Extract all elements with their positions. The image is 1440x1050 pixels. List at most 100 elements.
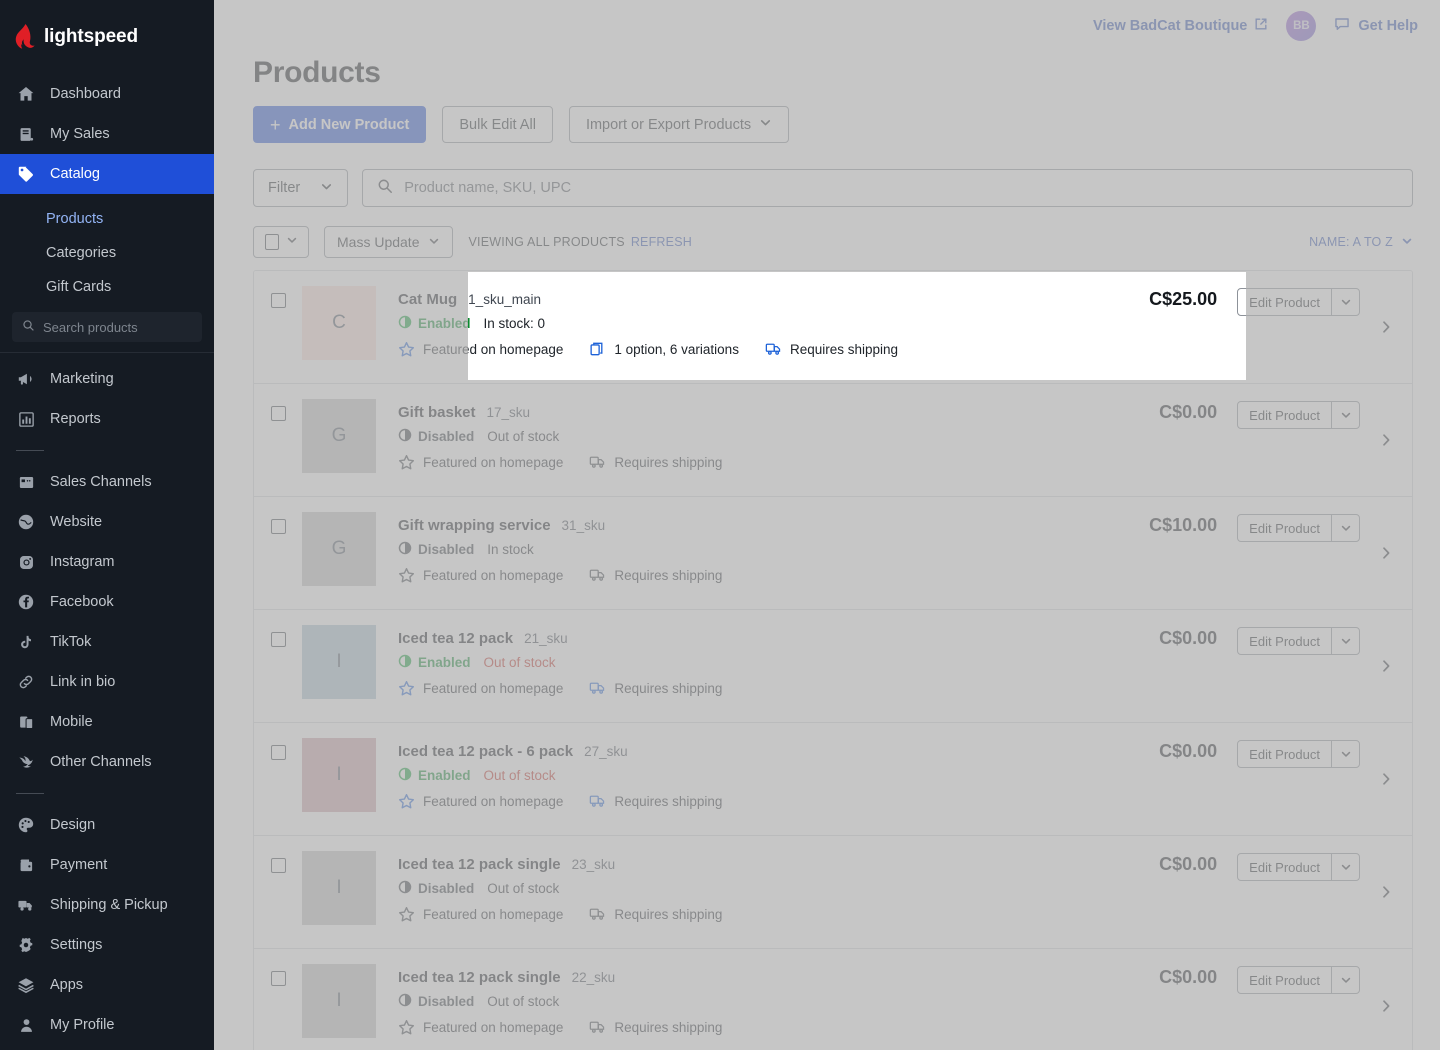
product-name[interactable]: Iced tea 12 pack - 6 pack bbox=[398, 743, 573, 760]
edit-product-button[interactable]: Edit Product bbox=[1238, 402, 1331, 428]
sidebar-search-products[interactable]: Search products bbox=[12, 312, 202, 342]
view-store-label: View BadCat Boutique bbox=[1092, 18, 1248, 34]
filter-dropdown[interactable]: Filter bbox=[253, 169, 349, 207]
sidebar-item-products[interactable]: Products bbox=[0, 202, 214, 236]
sidebar-item-payment[interactable]: Payment bbox=[0, 845, 214, 885]
sidebar-item-instagram[interactable]: Instagram bbox=[0, 542, 214, 582]
mass-update-dropdown[interactable]: Mass Update bbox=[324, 226, 454, 258]
edit-product-button[interactable]: Edit Product bbox=[1238, 628, 1331, 654]
page-title: Products bbox=[253, 56, 381, 89]
sidebar-item-design[interactable]: Design bbox=[0, 805, 214, 845]
row-expand-chevron[interactable] bbox=[1360, 836, 1412, 948]
sidebar-item-mobile[interactable]: Mobile bbox=[0, 702, 214, 742]
table-row[interactable]: I Iced tea 12 pack single 23_sku Disable… bbox=[254, 836, 1412, 949]
table-row[interactable]: C Cat Mug 1_sku_main Enabled In stock: 0… bbox=[254, 271, 1412, 384]
product-name[interactable]: Cat Mug bbox=[398, 291, 457, 308]
table-row[interactable]: I Iced tea 12 pack single 22_sku Disable… bbox=[254, 949, 1412, 1050]
select-all-dropdown[interactable] bbox=[253, 226, 309, 258]
sidebar-item-link-in-bio[interactable]: Link in bio bbox=[0, 662, 214, 702]
product-sku: 22_sku bbox=[571, 970, 616, 985]
table-row[interactable]: G Gift basket 17_sku Disabled Out of sto… bbox=[254, 384, 1412, 497]
import-export-products-button[interactable]: Import or Export Products bbox=[568, 106, 790, 143]
megaphone-icon bbox=[16, 369, 36, 389]
chat-bubble-icon bbox=[1334, 16, 1350, 36]
edit-product-dropdown-caret[interactable] bbox=[1331, 402, 1359, 428]
edit-product-dropdown-caret[interactable] bbox=[1331, 289, 1359, 315]
row-expand-chevron[interactable] bbox=[1360, 271, 1412, 383]
toggle-circle-icon bbox=[398, 315, 412, 332]
toggle-circle-icon bbox=[398, 993, 412, 1010]
edit-product-button[interactable]: Edit Product bbox=[1238, 854, 1331, 880]
row-expand-chevron[interactable] bbox=[1360, 949, 1412, 1050]
select-all-checkbox[interactable] bbox=[264, 234, 279, 250]
sidebar-item-facebook[interactable]: Facebook bbox=[0, 582, 214, 622]
viewing-status: VIEWING ALL PRODUCTS bbox=[468, 235, 625, 249]
sidebar-item-shipping-pickup[interactable]: Shipping & Pickup bbox=[0, 885, 214, 925]
sidebar-item-other-channels[interactable]: Other Channels bbox=[0, 742, 214, 782]
sidebar-item-categories[interactable]: Categories bbox=[0, 236, 214, 270]
edit-product-dropdown-caret[interactable] bbox=[1331, 628, 1359, 654]
table-row[interactable]: G Gift wrapping service 31_sku Disabled … bbox=[254, 497, 1412, 610]
sidebar-item-dashboard[interactable]: Dashboard bbox=[0, 74, 214, 114]
sidebar-item-marketing[interactable]: Marketing bbox=[0, 359, 214, 399]
edit-product-button[interactable]: Edit Product bbox=[1238, 515, 1331, 541]
row-expand-chevron[interactable] bbox=[1360, 610, 1412, 722]
row-checkbox[interactable] bbox=[270, 745, 286, 760]
get-help-button[interactable]: Get Help bbox=[1334, 16, 1418, 36]
view-store-link[interactable]: View BadCat Boutique bbox=[1093, 17, 1268, 35]
facebook-icon bbox=[16, 592, 36, 612]
add-new-product-button[interactable]: + Add New Product bbox=[253, 106, 427, 143]
product-status-line: Enabled Out of stock bbox=[398, 654, 1117, 671]
avatar[interactable]: BB bbox=[1286, 11, 1317, 41]
row-expand-chevron[interactable] bbox=[1360, 497, 1412, 609]
sidebar-item-apps[interactable]: Apps bbox=[0, 965, 214, 1005]
product-variations: 1 option, 6 variations bbox=[589, 341, 739, 358]
sidebar-item-gift-cards[interactable]: Gift Cards bbox=[0, 270, 214, 304]
product-name-line: Iced tea 12 pack 21_sku bbox=[398, 630, 1117, 647]
sidebar-item-my-profile[interactable]: My Profile bbox=[0, 1005, 214, 1045]
requires-shipping: Requires shipping bbox=[765, 341, 898, 358]
product-name[interactable]: Gift basket bbox=[398, 404, 476, 421]
sort-dropdown[interactable]: NAME: A TO Z bbox=[1309, 235, 1413, 250]
row-checkbox[interactable] bbox=[270, 406, 286, 421]
requires-shipping: Requires shipping bbox=[589, 793, 722, 810]
row-checkbox[interactable] bbox=[270, 519, 286, 534]
search-input[interactable]: Product name, SKU, UPC bbox=[362, 169, 1413, 207]
edit-product-dropdown-caret[interactable] bbox=[1331, 854, 1359, 880]
refresh-link[interactable]: REFRESH bbox=[631, 235, 692, 249]
edit-product-dropdown-caret[interactable] bbox=[1331, 741, 1359, 767]
row-expand-chevron[interactable] bbox=[1360, 384, 1412, 496]
sidebar-item-tiktok[interactable]: TikTok bbox=[0, 622, 214, 662]
edit-product-dropdown-caret[interactable] bbox=[1331, 967, 1359, 993]
row-expand-chevron[interactable] bbox=[1360, 723, 1412, 835]
product-name[interactable]: Gift wrapping service bbox=[398, 517, 551, 534]
brand-logo-area[interactable]: lightspeed bbox=[0, 0, 214, 74]
row-checkbox[interactable] bbox=[270, 293, 286, 308]
sidebar-item-sales-channels[interactable]: Sales Channels bbox=[0, 462, 214, 502]
table-row[interactable]: I Iced tea 12 pack 21_sku Enabled Out of… bbox=[254, 610, 1412, 723]
bulk-edit-all-label: Bulk Edit All bbox=[459, 116, 536, 133]
sidebar-item-label: My Profile bbox=[50, 1017, 115, 1033]
edit-product-dropdown-caret[interactable] bbox=[1331, 515, 1359, 541]
chevron-down-icon bbox=[1401, 235, 1413, 250]
bulk-edit-all-button[interactable]: Bulk Edit All bbox=[442, 106, 553, 143]
product-name[interactable]: Iced tea 12 pack single bbox=[398, 969, 561, 986]
edit-product-button[interactable]: Edit Product bbox=[1238, 289, 1331, 315]
sidebar-item-reports[interactable]: Reports bbox=[0, 399, 214, 439]
product-thumbnail-letter: C bbox=[332, 312, 346, 333]
table-row[interactable]: I Iced tea 12 pack - 6 pack 27_sku Enabl… bbox=[254, 723, 1412, 836]
stock-status: In stock: 0 bbox=[483, 316, 546, 331]
sidebar-item-settings[interactable]: Settings bbox=[0, 925, 214, 965]
external-link-icon bbox=[1254, 17, 1268, 35]
edit-product-button[interactable]: Edit Product bbox=[1238, 967, 1331, 993]
sidebar-item-my-sales[interactable]: My Sales bbox=[0, 114, 214, 154]
row-checkbox[interactable] bbox=[270, 632, 286, 647]
sidebar-item-website[interactable]: Website bbox=[0, 502, 214, 542]
edit-product-button[interactable]: Edit Product bbox=[1238, 741, 1331, 767]
product-tag-line: Featured on homepage Requires shipping bbox=[398, 567, 1117, 584]
row-checkbox[interactable] bbox=[270, 858, 286, 873]
row-checkbox[interactable] bbox=[270, 971, 286, 986]
sidebar-item-catalog[interactable]: Catalog bbox=[0, 154, 214, 194]
product-name[interactable]: Iced tea 12 pack bbox=[398, 630, 513, 647]
product-name[interactable]: Iced tea 12 pack single bbox=[398, 856, 561, 873]
